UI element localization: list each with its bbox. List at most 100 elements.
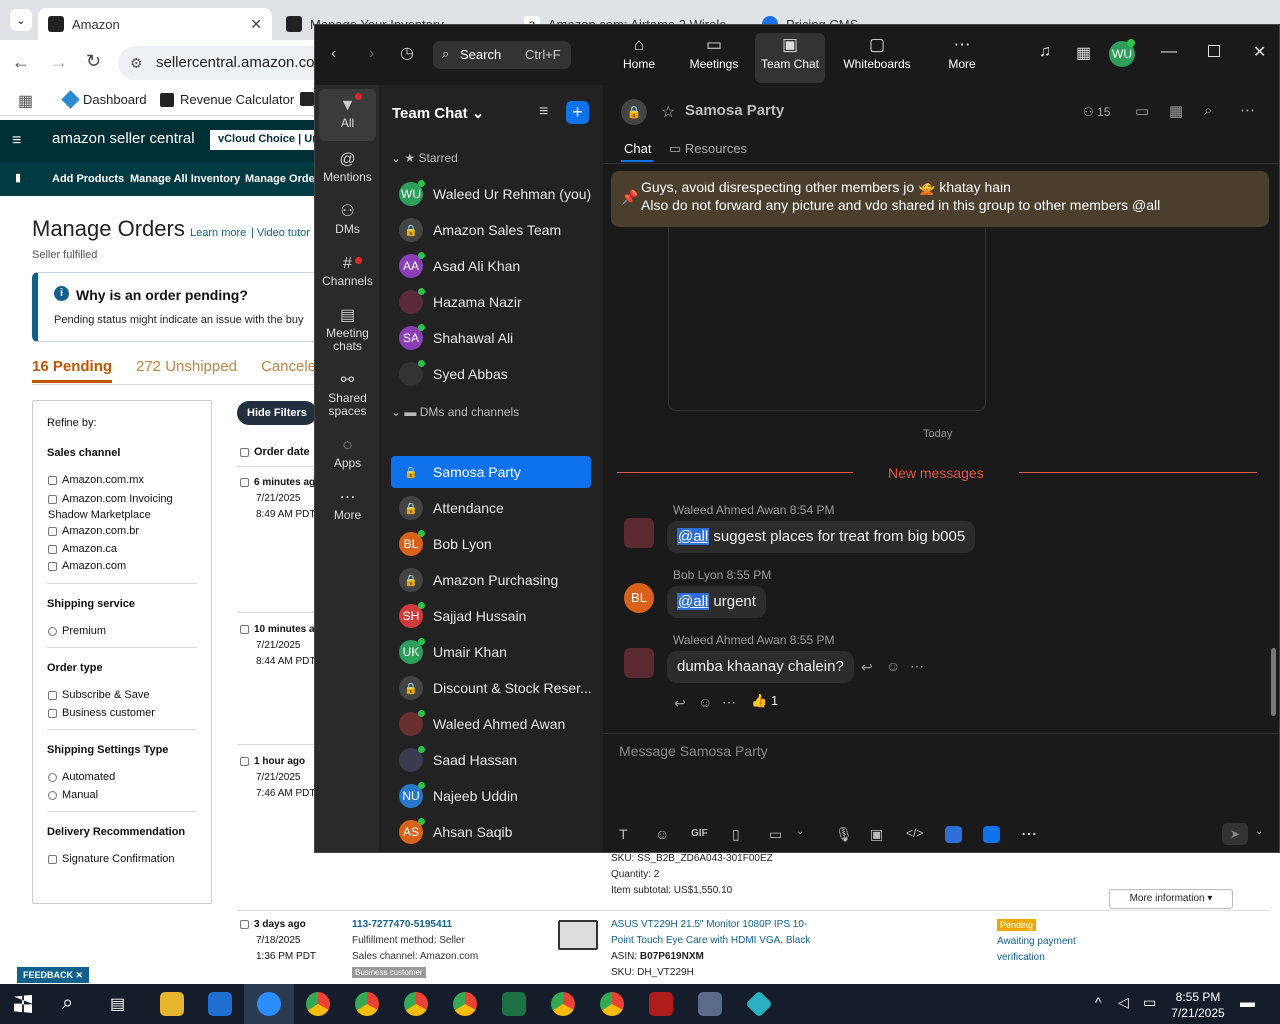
- previous-media-card[interactable]: [668, 227, 986, 411]
- reply-icon[interactable]: ↩: [861, 659, 873, 676]
- product-title-link[interactable]: ASUS VT229H 21.5" Monitor 1080P IPS 10-P…: [611, 919, 810, 946]
- emoji-react-icon[interactable]: ☺: [886, 658, 900, 674]
- top-tab-team-chat[interactable]: ▣ Team Chat: [755, 33, 825, 83]
- mention[interactable]: @all: [677, 528, 710, 545]
- scrollbar-thumb[interactable]: [1271, 648, 1276, 716]
- chevron-down-icon[interactable]: ⌄: [796, 826, 804, 837]
- forward-icon[interactable]: ›: [369, 45, 374, 63]
- file-icon[interactable]: ▯: [732, 826, 740, 843]
- channel-title[interactable]: Samosa Party: [685, 102, 784, 119]
- filter-business-customer[interactable]: Business customer: [48, 707, 155, 719]
- filter-channel-ca[interactable]: Amazon.ca: [48, 543, 117, 555]
- filter-premium[interactable]: Premium: [48, 625, 106, 637]
- filter-signature[interactable]: Signature Confirmation: [48, 853, 175, 865]
- emoji-react-icon[interactable]: ☺: [698, 694, 712, 710]
- star-icon[interactable]: ☆: [661, 102, 675, 122]
- rail-mentions[interactable]: @ Mentions: [319, 149, 376, 184]
- rail-more[interactable]: ⋯ More: [319, 487, 376, 522]
- sidebar-item[interactable]: AA Asad Ali Khan: [391, 250, 591, 282]
- sidebar-item[interactable]: MIMusharaf Iqbal: [391, 852, 591, 853]
- awaiting-payment-link[interactable]: Awaiting payment verification: [997, 934, 1092, 966]
- new-chat-plus-icon[interactable]: +: [566, 101, 589, 124]
- outlook-icon[interactable]: [208, 992, 232, 1016]
- chrome-icon[interactable]: [600, 992, 624, 1016]
- rail-all[interactable]: ▼ All: [319, 89, 376, 141]
- tab-amazon[interactable]: Amazon ✕: [38, 8, 272, 40]
- chrome-icon[interactable]: [306, 992, 330, 1016]
- app-icon[interactable]: [945, 826, 962, 843]
- order-date-header[interactable]: Order date: [240, 446, 310, 458]
- bookmark-revenue-calculator[interactable]: Revenue Calculator: [160, 92, 294, 107]
- checkbox[interactable]: [48, 708, 57, 718]
- radio[interactable]: [48, 772, 57, 782]
- hide-filters-button[interactable]: Hide Filters: [237, 401, 317, 425]
- filter-channel-br[interactable]: Amazon.com.br: [48, 525, 139, 537]
- gif-button[interactable]: GIF: [691, 828, 708, 839]
- bookmark-dashboard[interactable]: Dashboard: [61, 90, 147, 109]
- screenshot-icon[interactable]: ▭: [769, 826, 782, 843]
- video-off-icon[interactable]: ▭: [1135, 102, 1149, 120]
- chrome-icon[interactable]: [404, 992, 428, 1016]
- notification-center-icon[interactable]: ▬: [1240, 994, 1255, 1011]
- checkbox[interactable]: [48, 854, 57, 864]
- rail-meeting-chats[interactable]: ▤ Meeting chats: [319, 305, 376, 353]
- sidebar-item[interactable]: BL Bob Lyon: [391, 528, 591, 560]
- sidebar-item[interactable]: NU Najeeb Uddin: [391, 780, 591, 812]
- avatar[interactable]: BL: [624, 583, 654, 613]
- rail-channels[interactable]: # Channels: [319, 253, 376, 288]
- video-tutorial-link[interactable]: | Video tutor: [251, 227, 310, 239]
- feedback-button[interactable]: FEEDBACK ✕: [17, 967, 90, 983]
- chrome-icon[interactable]: [453, 992, 477, 1016]
- sidebar-item[interactable]: 🔒 Amazon Purchasing: [391, 564, 591, 596]
- top-tab-whiteboards[interactable]: ▢ Whiteboards: [836, 33, 918, 83]
- message-bubble[interactable]: @all urgent: [667, 586, 766, 618]
- rail-dms[interactable]: ⚇ DMs: [319, 201, 376, 236]
- top-tab-home[interactable]: ⌂ Home: [602, 33, 676, 83]
- sidebar-item[interactable]: 🔒 Attendance: [391, 492, 591, 524]
- tab-resources[interactable]: ▭ Resources: [669, 141, 747, 157]
- zoom-app-icon[interactable]: [983, 826, 1000, 843]
- forward-arrow-icon[interactable]: →: [50, 52, 68, 73]
- checkbox[interactable]: [48, 526, 57, 536]
- more-dots-icon[interactable]: ⋯: [910, 658, 924, 675]
- filter-channel-mx[interactable]: Amazon.com.mx: [48, 474, 144, 486]
- task-view-icon[interactable]: ▤: [110, 994, 125, 1014]
- search-icon[interactable]: ⌕: [62, 992, 73, 1015]
- reload-icon[interactable]: ↻: [86, 51, 101, 72]
- close-icon[interactable]: ✕: [250, 16, 262, 33]
- search-bar[interactable]: ⌕ Search Ctrl+F: [433, 41, 571, 69]
- radio[interactable]: [48, 626, 57, 636]
- history-icon[interactable]: ◷: [400, 43, 414, 63]
- sidebar-item[interactable]: 🔒 Amazon Sales Team: [391, 214, 591, 246]
- minimize-icon[interactable]: —: [1161, 43, 1177, 61]
- search-icon[interactable]: ⌕: [1204, 102, 1212, 119]
- sidebar-item[interactable]: 🔒 Discount & Stock Reser...: [391, 672, 592, 704]
- send-icon[interactable]: ➤: [1222, 823, 1248, 845]
- sidebar-item[interactable]: Syed Abbas: [391, 358, 591, 390]
- radio[interactable]: [48, 790, 57, 800]
- avatar[interactable]: [624, 648, 654, 678]
- sidebar-item[interactable]: SA Shahawal Ali: [391, 322, 591, 354]
- select-all-checkbox[interactable]: [240, 447, 249, 457]
- network-icon[interactable]: ▭: [1143, 994, 1156, 1011]
- tab-list-chevron-icon[interactable]: ⌄: [10, 9, 32, 31]
- row-checkbox[interactable]: [240, 756, 249, 766]
- checkbox[interactable]: [48, 690, 57, 700]
- more-dots-icon[interactable]: ⋯: [1240, 101, 1255, 119]
- file-explorer-icon[interactable]: [160, 992, 184, 1016]
- message-bubble[interactable]: @all suggest places for treat from big b…: [667, 521, 976, 553]
- nav-manage-inventory[interactable]: Manage All Inventory: [130, 173, 240, 185]
- row-checkbox[interactable]: [240, 624, 249, 634]
- filter-manual[interactable]: Manual: [48, 789, 98, 801]
- more-dots-icon[interactable]: ⋯: [722, 694, 736, 711]
- zoom-icon[interactable]: [257, 992, 281, 1016]
- more-dots-icon[interactable]: ⋯: [1021, 824, 1037, 844]
- excel-icon[interactable]: [502, 992, 526, 1016]
- filter-subscribe-save[interactable]: Subscribe & Save: [48, 689, 149, 701]
- sidebar-item[interactable]: 🔒 Samosa Party: [391, 456, 591, 488]
- tab-pending[interactable]: 16 Pending: [32, 358, 112, 375]
- back-icon[interactable]: ‹: [331, 45, 336, 63]
- sidebar-item[interactable]: Waleed Ahmed Awan: [391, 708, 591, 740]
- top-tab-more[interactable]: ⋯ More: [925, 33, 999, 83]
- chrome-icon[interactable]: [355, 992, 379, 1016]
